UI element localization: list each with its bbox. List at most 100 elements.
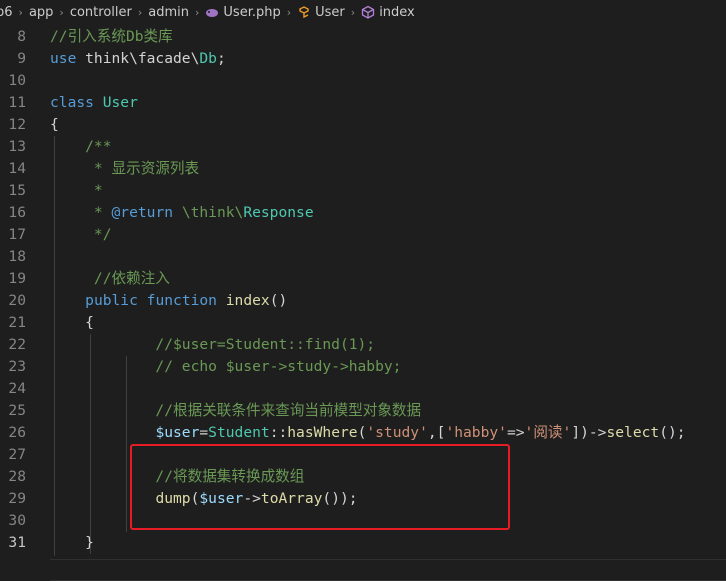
- line-number: 14: [8, 160, 26, 177]
- line-number: 27: [8, 446, 26, 463]
- code-token: ,[: [427, 424, 446, 441]
- code-token: * 显示资源列表: [50, 160, 200, 177]
- code-token: *: [50, 204, 112, 221]
- line-number: 15: [8, 182, 26, 199]
- code-token: '阅读': [524, 424, 572, 441]
- code-text: {: [50, 114, 59, 136]
- code-token: *: [50, 182, 103, 199]
- code-text: {: [50, 312, 94, 334]
- code-token: 'study': [366, 424, 428, 441]
- breadcrumb-label: app: [28, 4, 54, 20]
- line-number: 24: [8, 380, 26, 397]
- code-line[interactable]: 8 //引入系统Db类库: [0, 26, 726, 48]
- line-number: 11: [8, 94, 26, 111]
- code-token: think\facade\: [76, 50, 200, 67]
- code-line[interactable]: 14 * 显示资源列表: [0, 158, 726, 180]
- line-number: 22: [8, 336, 26, 353]
- code-token: User: [102, 94, 138, 111]
- code-token: hasWhere: [287, 424, 358, 441]
- code-line[interactable]: 18: [0, 246, 726, 268]
- line-number: 13: [8, 138, 26, 155]
- code-line[interactable]: 16 * @return \think\Response: [0, 202, 726, 224]
- breadcrumb-label: controller: [69, 4, 132, 20]
- chevron-right-icon: ›: [195, 5, 200, 19]
- code-text: * 显示资源列表: [50, 158, 199, 180]
- line-number: 8: [17, 28, 26, 45]
- breadcrumb-item[interactable]: app: [29, 5, 53, 20]
- code-line[interactable]: 25 //根据关联条件来查询当前模型对象数据: [0, 400, 726, 422]
- line-number: 30: [8, 512, 26, 529]
- code-text: /**: [50, 136, 112, 158]
- line-number: 23: [8, 358, 26, 375]
- breadcrumb-label: admin: [148, 4, 189, 20]
- code-token: {: [50, 314, 94, 331]
- code-line[interactable]: 20 public function index(): [0, 290, 726, 312]
- code-text: // echo $user->study->habby;: [50, 356, 401, 378]
- chevron-right-icon: ›: [286, 5, 292, 19]
- breadcrumb-item[interactable]: index: [361, 5, 415, 20]
- code-text: //$user=Student::find(1);: [50, 334, 375, 356]
- php-elephant-icon: [205, 5, 219, 19]
- code-token: =: [199, 424, 209, 441]
- code-token: ();: [659, 424, 686, 441]
- code-token: Db: [199, 50, 217, 67]
- line-number: 28: [8, 468, 26, 485]
- chevron-right-icon: ›: [18, 5, 23, 19]
- code-line[interactable]: 11 class User: [0, 92, 726, 114]
- breadcrumb-item[interactable]: admin: [148, 5, 189, 20]
- code-text: }: [50, 532, 94, 554]
- code-line[interactable]: 23 // echo $user->study->habby;: [0, 356, 726, 378]
- code-line[interactable]: 22 //$user=Student::find(1);: [0, 334, 726, 356]
- code-line[interactable]: 24: [0, 378, 726, 400]
- breadcrumb-item[interactable]: controller: [70, 5, 132, 20]
- line-number: 20: [8, 292, 26, 309]
- code-text: //引入系统Db类库: [50, 26, 173, 48]
- line-number: 21: [8, 314, 26, 331]
- code-text: //依赖注入: [50, 268, 170, 290]
- code-text: public function index(): [50, 290, 287, 312]
- line-number: 18: [8, 248, 26, 265]
- breadcrumb-item[interactable]: User.php: [205, 4, 281, 20]
- code-line[interactable]: 19 //依赖注入: [0, 268, 726, 290]
- code-line[interactable]: 17 */: [0, 224, 726, 246]
- code-line[interactable]: 26 $user=Student::hasWhere('study',['hab…: [0, 422, 726, 444]
- code-token: /**: [50, 138, 112, 155]
- breadcrumb-label: p6: [0, 4, 13, 20]
- breadcrumb-item[interactable]: p6: [0, 5, 13, 20]
- code-line[interactable]: 15 *: [0, 180, 726, 202]
- code-line[interactable]: 31 }: [0, 532, 726, 554]
- breadcrumb-label: User: [315, 4, 345, 20]
- code-line[interactable]: 13 /**: [0, 136, 726, 158]
- code-text: class User: [50, 92, 138, 114]
- code-text: //根据关联条件来查询当前模型对象数据: [50, 400, 421, 422]
- line-number: 25: [8, 402, 26, 419]
- code-line[interactable]: 9 use think\facade\Db;: [0, 48, 726, 70]
- code-token: //根据关联条件来查询当前模型对象数据: [50, 402, 422, 419]
- code-token: use: [50, 50, 77, 67]
- line-number: 31: [8, 534, 26, 551]
- chevron-right-icon: ›: [59, 5, 64, 19]
- breadcrumb-item[interactable]: User: [297, 5, 345, 20]
- code-token: // echo $user->study->habby;: [50, 358, 402, 375]
- line-number: 26: [8, 424, 26, 441]
- code-token: public: [85, 292, 138, 309]
- code-token: //依赖注入: [50, 270, 170, 287]
- code-token: ])->: [571, 424, 607, 441]
- line-number: 10: [8, 72, 26, 89]
- code-token: 'habby': [445, 424, 507, 441]
- code-token: //$user=Student::find(1);: [50, 336, 376, 353]
- code-text: *: [50, 180, 103, 202]
- class-icon: [297, 5, 311, 19]
- code-line[interactable]: 12 {: [0, 114, 726, 136]
- code-token: function: [146, 292, 217, 309]
- code-token: \think\: [173, 204, 244, 221]
- code-line[interactable]: 10: [0, 70, 726, 92]
- code-token: @return: [111, 204, 174, 221]
- code-token: =>: [506, 424, 525, 441]
- breadcrumb-label: User.php: [223, 4, 281, 20]
- code-token: ;: [216, 50, 226, 67]
- code-line[interactable]: 21 {: [0, 312, 726, 334]
